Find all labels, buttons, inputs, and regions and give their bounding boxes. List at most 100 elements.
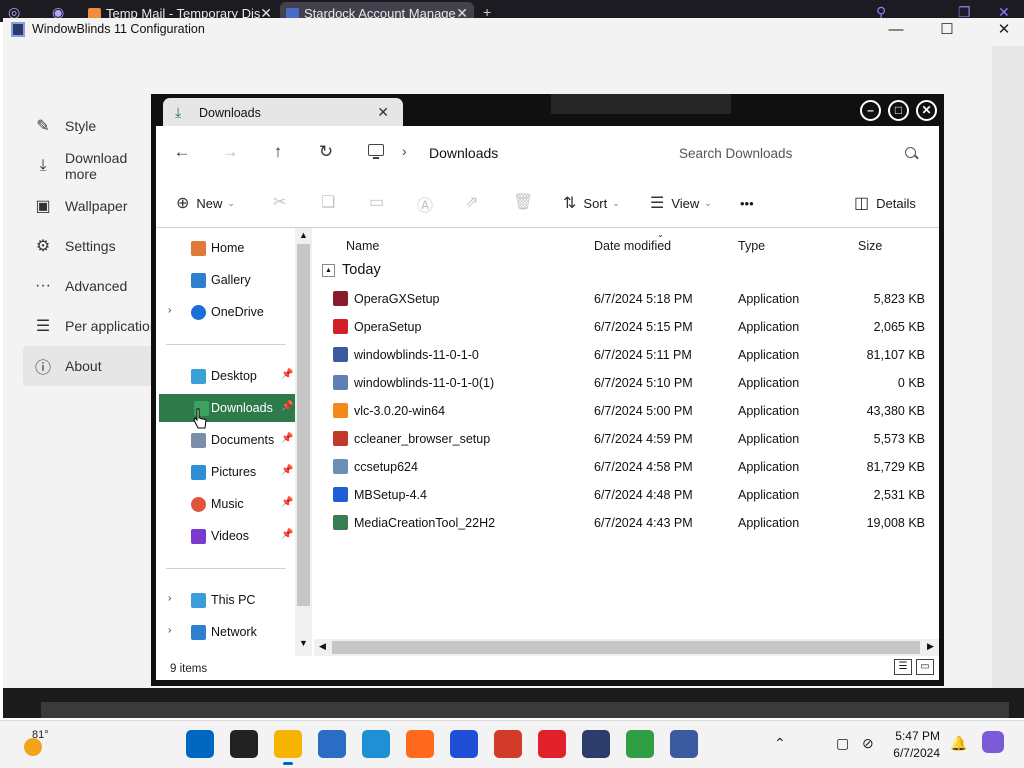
chevron-right-icon[interactable]: › [168, 625, 171, 636]
scroll-left-arrow[interactable]: ◀ [314, 641, 331, 652]
new-button[interactable]: ⊕ New ⌄ [176, 192, 235, 214]
scroll-down-arrow[interactable]: ▼ [295, 638, 312, 648]
pin-icon[interactable]: 📌 [281, 401, 293, 412]
maximize-button[interactable]: ☐ [927, 20, 967, 42]
rename-icon[interactable]: Ⓐ [417, 192, 433, 216]
chevron-right-icon[interactable]: › [168, 593, 171, 604]
back-button[interactable]: ← [171, 142, 193, 164]
file-row[interactable]: windowblinds-11-0-1-0 6/7/2024 5:11 PM App… [314, 340, 939, 368]
close-tab-button[interactable]: ✕ [377, 104, 389, 121]
nav-documents[interactable]: Documents 📌 [156, 426, 296, 454]
sort-button[interactable]: ⇅ Sort ⌄ [563, 192, 620, 214]
file-row[interactable]: MediaCreationTool_22H2 6/7/2024 4:43 PM Ap… [314, 508, 939, 536]
up-button[interactable]: ↑ [267, 142, 289, 164]
chrome-app[interactable] [626, 730, 654, 758]
file-explorer-app[interactable] [274, 730, 302, 765]
nav-item-about[interactable]: ⓘ About [23, 346, 163, 386]
minimize-button[interactable]: — [876, 20, 916, 42]
nav-videos[interactable]: Videos 📌 [156, 522, 296, 550]
sort-indicator-icon: ⌄ [657, 230, 664, 239]
network-status-icon[interactable]: ⊘ [862, 735, 874, 752]
forward-button[interactable]: → [219, 142, 241, 164]
nav-desktop[interactable]: Desktop 📌 [156, 362, 296, 390]
nav-music[interactable]: Music 📌 [156, 490, 296, 518]
opera-app[interactable] [538, 730, 566, 758]
file-row[interactable]: vlc-3.0.20-win64 6/7/2024 5:00 PM Applicat… [314, 396, 939, 424]
file-row[interactable]: ccleaner_browser_setup 6/7/2024 4:59 PM Ap… [314, 424, 939, 452]
copy-icon[interactable]: ❏ [321, 192, 335, 212]
nav-item-settings[interactable]: ⚙ Settings [23, 226, 163, 266]
pin-icon[interactable]: 📌 [281, 433, 293, 444]
see-more-button[interactable]: ••• [740, 192, 754, 214]
file-row[interactable]: windowblinds-11-0-1-0(1) 6/7/2024 5:10 PM… [314, 368, 939, 396]
nav-item-per-application[interactable]: ☰ Per application [23, 306, 163, 346]
pin-icon[interactable]: 📌 [281, 497, 293, 508]
details-button[interactable]: ◫ Details [854, 192, 916, 214]
nav-this-pc[interactable]: › This PC [156, 586, 296, 614]
breadcrumb[interactable]: Downloads [429, 145, 498, 161]
scroll-thumb[interactable] [297, 244, 310, 606]
nav-onedrive[interactable]: › OneDrive [156, 298, 296, 326]
minimize-button[interactable]: – [860, 100, 881, 121]
cut-icon[interactable]: ✂ [273, 192, 286, 212]
firefox-app[interactable] [406, 730, 434, 758]
pin-icon[interactable]: 📌 [281, 465, 293, 476]
scroll-up-arrow[interactable]: ▲ [295, 230, 312, 240]
nav-gallery[interactable]: Gallery [156, 266, 296, 294]
nav-item-download-more[interactable]: ⤓ Download more [23, 146, 163, 186]
horizontal-scrollbar[interactable]: ◀ ▶ [314, 639, 939, 656]
nav-item-style[interactable]: ✎ Style [23, 106, 163, 146]
delete-icon[interactable]: 🗑 [513, 192, 533, 212]
large-icons-view-button[interactable]: ▭ [916, 659, 934, 675]
display-icon[interactable]: ▢ [836, 735, 849, 752]
pin-icon[interactable]: 📌 [281, 369, 293, 380]
microsoft-store-app[interactable] [318, 730, 346, 758]
scroll-thumb[interactable] [332, 641, 920, 654]
copilot-icon[interactable] [982, 731, 1004, 753]
search-button[interactable] [230, 730, 258, 758]
collapse-group-icon[interactable]: ▲ [322, 264, 335, 277]
tab-downloads[interactable]: ⤓ Downloads ✕ [163, 98, 403, 126]
ccleaner-app[interactable] [494, 730, 522, 758]
chevron-right-icon[interactable]: › [168, 305, 171, 316]
stardock-app[interactable] [582, 730, 610, 758]
pin-icon[interactable]: 📌 [281, 529, 293, 540]
malwarebytes-app[interactable] [450, 730, 478, 758]
notification-bell-icon[interactable]: 🔔 [950, 735, 967, 752]
maximize-button[interactable]: □ [888, 100, 909, 121]
nav-downloads[interactable]: Downloads 📌 [159, 394, 296, 422]
windowblinds-app[interactable] [670, 730, 698, 758]
column-header-date[interactable]: Date modified [594, 239, 671, 253]
file-name: windowblinds-11-0-1-0 [354, 348, 479, 362]
file-row[interactable]: OperaSetup 6/7/2024 5:15 PM Application 2,0… [314, 312, 939, 340]
refresh-button[interactable]: ↻ [315, 142, 337, 164]
column-header-size[interactable]: Size [858, 239, 882, 253]
file-row[interactable]: MBSetup-4.4 6/7/2024 4:48 PM Application 2,… [314, 480, 939, 508]
column-header-type[interactable]: Type [738, 239, 765, 253]
scroll-right-arrow[interactable]: ▶ [922, 641, 939, 652]
nav-pictures[interactable]: Pictures 📌 [156, 458, 296, 486]
search-input[interactable]: Search Downloads [661, 138, 926, 168]
start-button[interactable] [186, 730, 214, 758]
details-view-button[interactable]: ☰ [894, 659, 912, 675]
nav-item-advanced[interactable]: ··· Advanced [23, 266, 163, 306]
file-row[interactable]: OperaGXSetup 6/7/2024 5:18 PM Application 5… [314, 284, 939, 312]
nav-home[interactable]: Home [156, 234, 296, 262]
chevron-up-icon[interactable]: ⌃ [774, 735, 786, 752]
edge-app[interactable] [362, 730, 390, 758]
clock-time[interactable]: 5:47 PM [888, 729, 940, 743]
close-button[interactable]: ✕ [984, 20, 1024, 42]
title-bar-drag-area[interactable] [551, 94, 731, 114]
nav-network[interactable]: › Network [156, 618, 296, 646]
clock-date[interactable]: 6/7/2024 [888, 746, 940, 760]
paste-icon[interactable]: ▭ [369, 192, 384, 212]
vertical-scrollbar[interactable]: ▲ ▼ [295, 228, 312, 656]
nav-item-wallpaper[interactable]: ▣ Wallpaper [23, 186, 163, 226]
file-row[interactable]: ccsetup624 6/7/2024 4:58 PM Application 81,… [314, 452, 939, 480]
column-header-name[interactable]: Name [346, 239, 379, 253]
close-button[interactable]: ✕ [916, 100, 937, 121]
share-icon[interactable]: ⇗ [465, 192, 478, 212]
view-button[interactable]: ☰ View ⌄ [650, 192, 712, 214]
computer-icon[interactable] [368, 144, 384, 159]
chevron-right-icon[interactable]: › [402, 143, 407, 159]
